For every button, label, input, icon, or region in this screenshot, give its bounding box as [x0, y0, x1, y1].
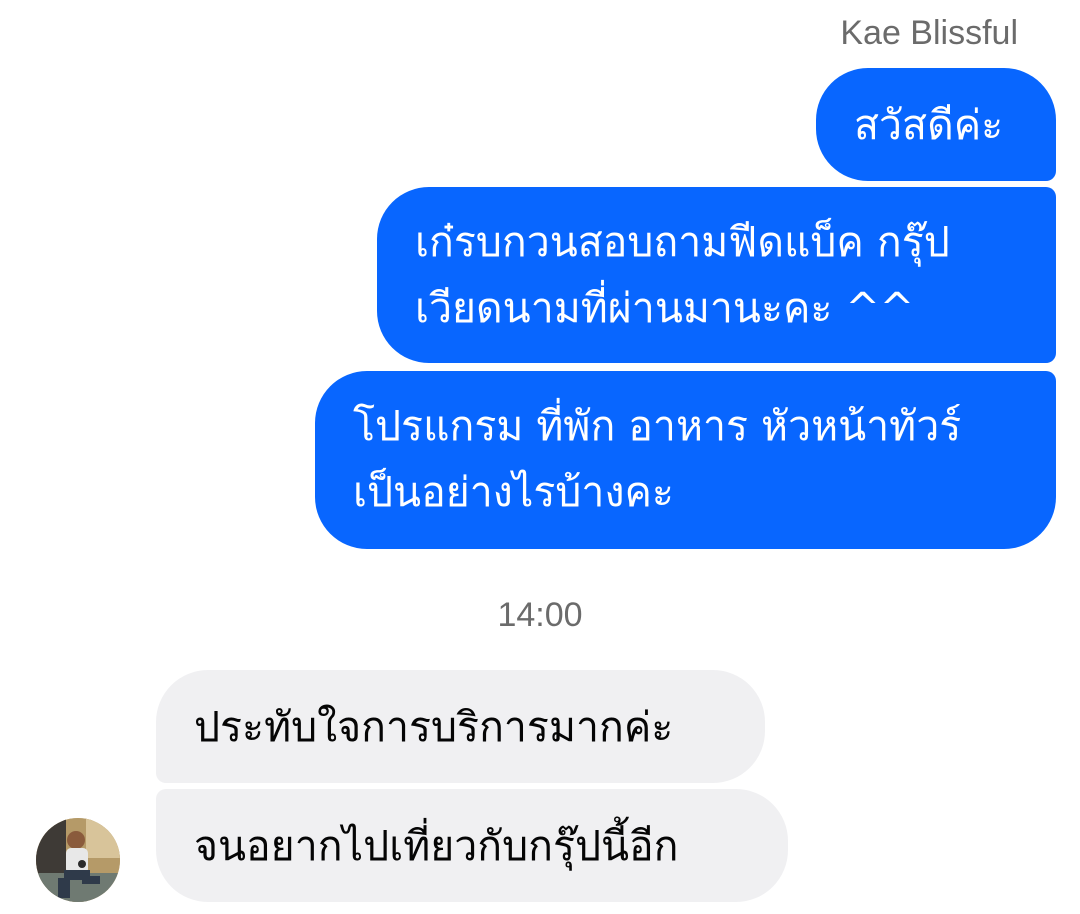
- outgoing-message[interactable]: เก๋รบกวนสอบถามฟีดแบ็ค กรุ๊ป เวียดนามที่ผ…: [377, 187, 1056, 363]
- outgoing-message[interactable]: โปรแกรม ที่พัก อาหาร หัวหน้าทัวร์ เป็นอย…: [315, 371, 1056, 549]
- incoming-message[interactable]: ประทับใจการบริการมากค่ะ: [156, 670, 765, 783]
- message-timestamp: 14:00: [497, 596, 583, 634]
- incoming-message[interactable]: จนอยากไปเที่ยวกับกรุ๊ปนี้อีก: [156, 789, 788, 902]
- sender-name: Kae Blissful: [840, 14, 1018, 52]
- contact-avatar[interactable]: [36, 818, 120, 902]
- outgoing-message[interactable]: สวัสดีค่ะ: [816, 68, 1056, 181]
- contact-avatar-photo: [36, 818, 120, 902]
